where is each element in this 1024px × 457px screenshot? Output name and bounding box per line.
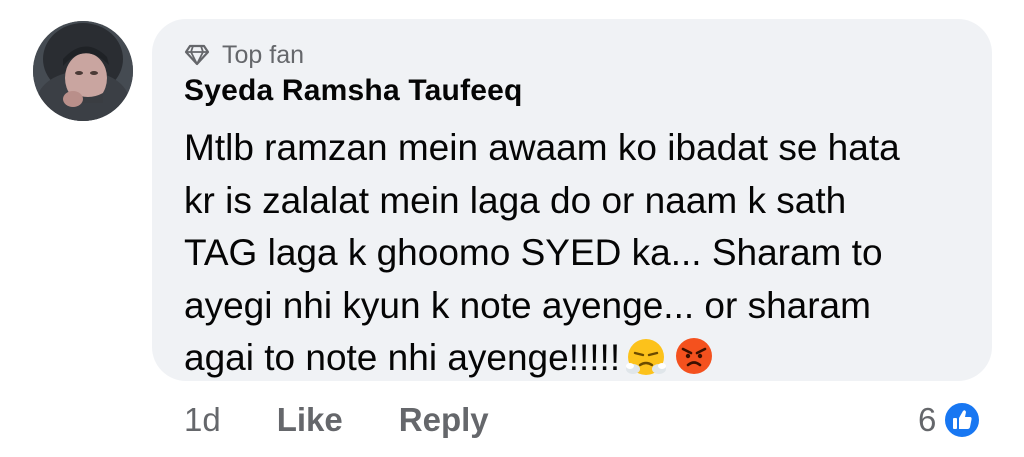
triumph-face-emoji	[624, 334, 668, 378]
comment-line: agai to note nhi ayenge!!!!!	[184, 337, 621, 378]
comment-actions: 1d Like Reply	[184, 397, 489, 443]
comment-line: TAG laga k ghoomo SYED ka... Sharam to	[184, 232, 883, 273]
timestamp[interactable]: 1d	[184, 401, 221, 439]
reaction-count: 6	[918, 401, 937, 438]
avatar[interactable]	[33, 21, 133, 121]
diamond-icon	[184, 44, 210, 66]
comment-line: kr is zalalat mein laga do or naam k sat…	[184, 179, 847, 221]
like-button[interactable]: Like	[277, 401, 343, 439]
top-fan-badge: Top fan	[184, 36, 304, 74]
angry-face-emoji	[672, 334, 716, 378]
badge-label: Top fan	[222, 40, 305, 69]
reaction-summary[interactable]: 6	[918, 397, 982, 443]
comment-container: Top fan Syeda Ramsha Taufeeq Mtlb ramzan…	[0, 0, 1024, 457]
comment-line: Mtlb ramzan mein awaam ko ibadat se hata	[184, 127, 900, 168]
reply-button[interactable]: Reply	[399, 401, 489, 439]
comment-text: Mtlb ramzan mein awaam ko ibadat se hata…	[184, 122, 974, 385]
comment-last-line: agai to note nhi ayenge!!!!!	[184, 332, 974, 385]
comment-line: ayegi nhi kyun k note ayenge... or shara…	[184, 284, 871, 326]
thumbs-up-icon	[943, 401, 982, 439]
author-name[interactable]: Syeda Ramsha Taufeeq	[184, 74, 523, 108]
